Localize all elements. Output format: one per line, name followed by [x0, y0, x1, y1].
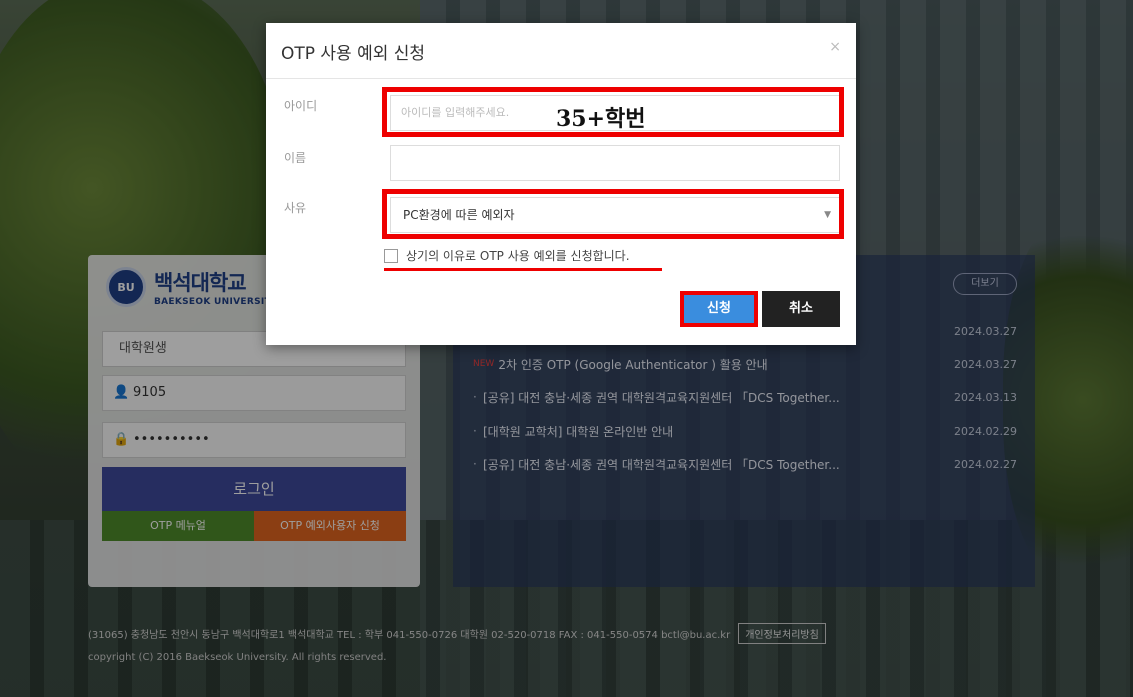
id-label: 아이디: [284, 99, 318, 113]
apply-button-highlight: 신청: [680, 291, 758, 327]
name-label: 이름: [284, 151, 307, 165]
close-icon[interactable]: ×: [829, 39, 841, 55]
modal-header: OTP 사용 예외 신청 ×: [266, 23, 856, 79]
modal-title: OTP 사용 예외 신청: [281, 44, 426, 64]
reason-highlight-box: [382, 189, 844, 239]
agree-checkbox[interactable]: [384, 248, 398, 263]
otp-exception-modal: OTP 사용 예외 신청 × 아이디 아이디를 입력해주세요. 35+학번 이름…: [266, 23, 856, 345]
reason-label: 사유: [284, 201, 307, 215]
agree-row[interactable]: 상기의 이유로 OTP 사용 예외를 신청합니다.: [384, 247, 630, 264]
id-annotation: 35+학번: [556, 106, 646, 132]
agree-text: 상기의 이유로 OTP 사용 예외를 신청합니다.: [406, 249, 630, 263]
agree-underline-annotation: [384, 268, 662, 271]
apply-button[interactable]: 신청: [684, 295, 754, 323]
cancel-button[interactable]: 취소: [762, 291, 840, 327]
name-input[interactable]: [390, 145, 840, 181]
